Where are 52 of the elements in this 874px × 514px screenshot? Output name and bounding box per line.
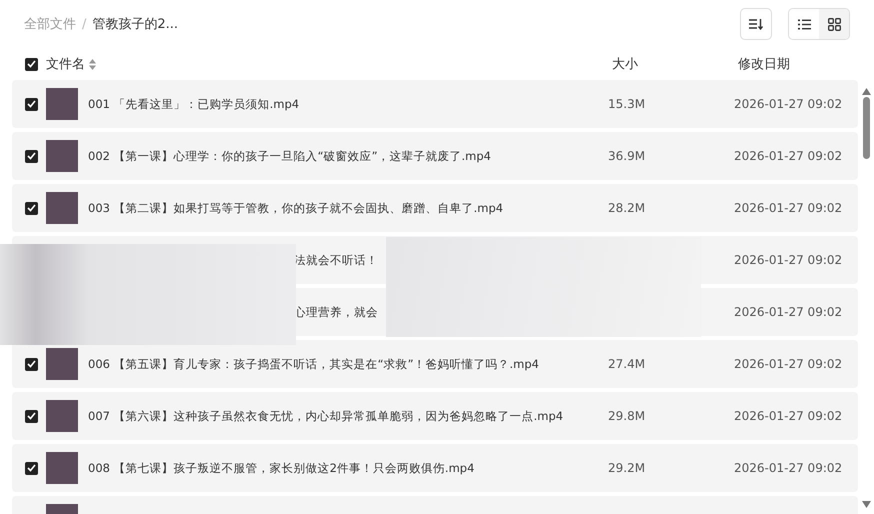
- grid-view-button[interactable]: [819, 9, 849, 39]
- modified-date: 2026-01-27 09:02: [734, 461, 844, 475]
- file-name[interactable]: 002 【第一课】心理学：你的孩子一旦陷入“破窗效应”，这辈子就废了.mp4: [88, 148, 491, 164]
- grid-icon: [828, 18, 840, 30]
- column-header[interactable]: 大小: [612, 55, 738, 73]
- video-thumbnail-placeholder: [46, 192, 78, 224]
- file-row[interactable]: 007 【第六课】这种孩子虽然衣食无忧，内心却异常孤单脆弱，因为爸妈忽略了一点.mp4 29.8M 2026-01-27 09:02: [12, 392, 858, 440]
- file-size: 36.9M: [608, 149, 646, 163]
- video-thumbnail-placeholder: [46, 348, 78, 380]
- file-size: 29.8M: [608, 409, 646, 423]
- file-row[interactable]: 002 【第一课】心理学：你的孩子一旦陷入“破窗效应”，这辈子就废了.mp4 36.9M 2026-01-27 09:02: [12, 132, 858, 180]
- modified-date: 2026-01-27 09:02: [734, 305, 844, 319]
- row-checkbox[interactable]: [25, 202, 38, 214]
- file-name[interactable]: 006 【第五课】育儿专家：孩子捣蛋不听话，其实是在“求救”！爸妈听懂了吗？.mp4: [88, 356, 539, 372]
- file-name[interactable]: 003 【第二课】如果打骂等于管教，你的孩子就不会固执、磨蹭、自卑了.mp4: [88, 200, 504, 216]
- row-checkbox[interactable]: [25, 150, 38, 162]
- file-size: 27.4M: [608, 357, 646, 371]
- row-checkbox[interactable]: [25, 410, 38, 422]
- column-header[interactable]: 修改日期: [738, 55, 874, 73]
- file-row[interactable]: 001 「先看这里」：已购学员须知.mp4 15.3M 2026-01-27 09:02: [12, 80, 858, 128]
- file-size: 28.2M: [608, 201, 646, 215]
- sort-lines-icon: [749, 18, 763, 30]
- file-name[interactable]: 008 【第七课】孩子叛逆不服管，家长别做这2件事！只会两败俱伤.mp4: [88, 460, 474, 476]
- modified-date: 2026-01-27 09:02: [734, 357, 844, 371]
- select-all-checkbox[interactable]: [25, 58, 38, 70]
- file-row[interactable]: 006 【第五课】育儿专家：孩子捣蛋不听话，其实是在“求救”！爸妈听懂了吗？.mp4 27.4M 2026-01-27 09:02: [12, 340, 858, 388]
- video-thumbnail-placeholder: [46, 88, 78, 120]
- column-header[interactable]: 文件名: [46, 55, 85, 73]
- row-checkbox[interactable]: [25, 358, 38, 370]
- video-thumbnail-placeholder: [46, 140, 78, 172]
- breadcrumb-item[interactable]: 管教孩子的2...: [92, 15, 178, 33]
- modified-date: 2026-01-27 09:02: [734, 253, 844, 267]
- row-checkbox[interactable]: [25, 98, 38, 110]
- scroll-up-icon[interactable]: [862, 88, 870, 95]
- file-size: 29.2M: [608, 461, 646, 475]
- sort-button[interactable]: [740, 8, 772, 40]
- file-name[interactable]: 001 「先看这里」：已购学员须知.mp4: [88, 96, 300, 112]
- file-row[interactable]: 008 【第七课】孩子叛逆不服管，家长别做这2件事！只会两败俱伤.mp4 29.2M 2026-01-27 09:02: [12, 444, 858, 492]
- modified-date: 2026-01-27 09:02: [734, 149, 844, 163]
- scroll-down-icon[interactable]: [862, 501, 870, 508]
- file-size: 15.3M: [608, 97, 646, 111]
- modified-date: 2026-01-27 09:02: [734, 97, 844, 111]
- list-icon: [798, 18, 810, 30]
- sort-icon[interactable]: [89, 58, 96, 70]
- video-thumbnail-placeholder: [46, 452, 78, 484]
- video-thumbnail-placeholder: [46, 400, 78, 432]
- file-row[interactable]: 003 【第二课】如果打骂等于管教，你的孩子就不会固执、磨蹭、自卑了.mp4 28.2M 2026-01-27 09:02: [12, 184, 858, 232]
- breadcrumb-separator: /: [82, 16, 86, 32]
- file-name[interactable]: 007 【第六课】这种孩子虽然衣食无忧，内心却异常孤单脆弱，因为爸妈忽略了一点.mp4: [88, 408, 564, 424]
- row-checkbox[interactable]: [25, 462, 38, 474]
- modified-date: 2026-01-27 09:02: [734, 201, 844, 215]
- modified-date: 2026-01-27 09:02: [734, 409, 844, 423]
